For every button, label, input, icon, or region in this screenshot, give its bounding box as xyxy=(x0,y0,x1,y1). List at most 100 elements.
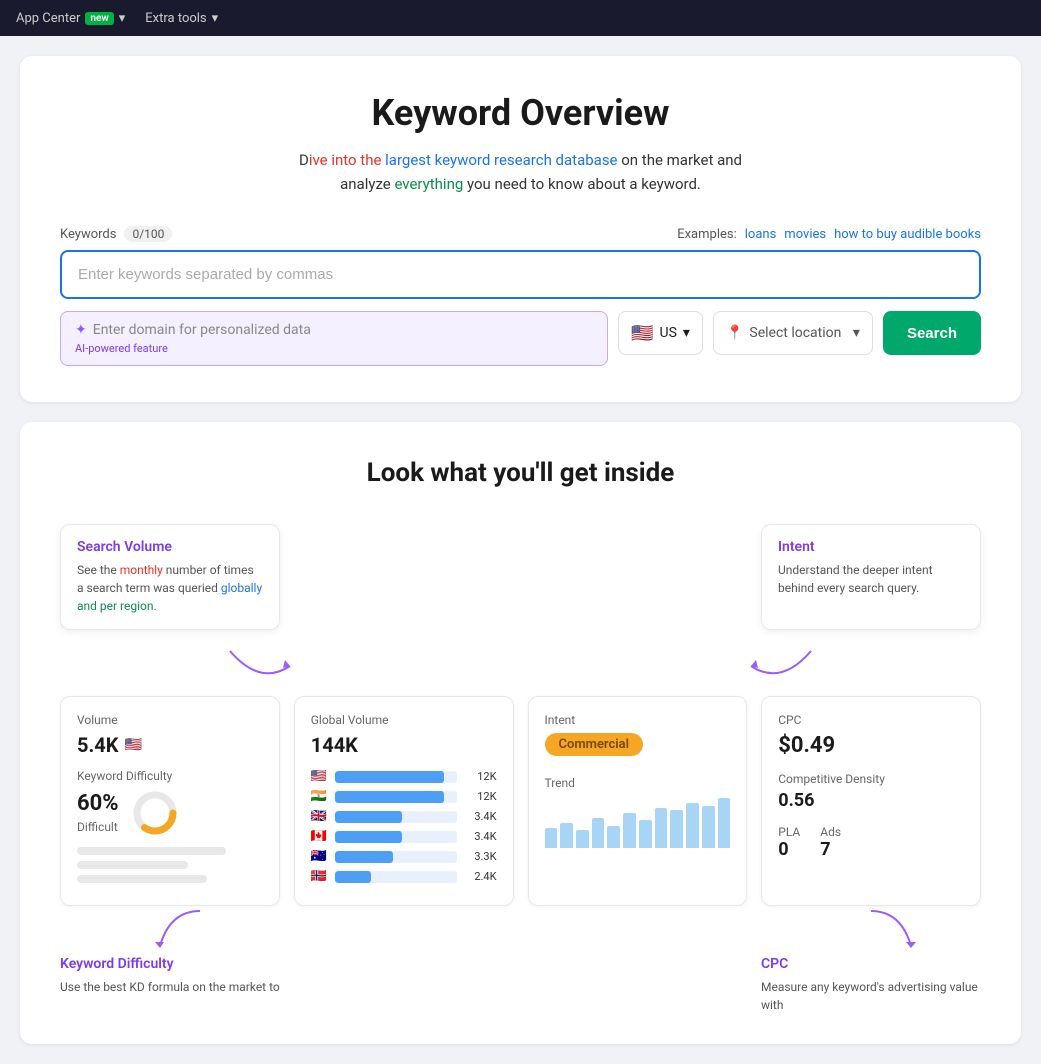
gv-bar-wrap xyxy=(335,771,457,783)
us-flag-icon: 🇺🇸 xyxy=(124,737,141,753)
kd-number: 60% xyxy=(77,791,119,816)
intent-label: Intent xyxy=(545,713,731,727)
search-button[interactable]: Search xyxy=(883,311,981,355)
gv-bar xyxy=(335,811,402,823)
examples-row: Examples: loans movies how to buy audibl… xyxy=(677,227,981,242)
skeleton-bars xyxy=(77,847,263,883)
gv-number: 2.4K xyxy=(463,870,497,883)
preview-card: Look what you'll get inside Search Volum… xyxy=(20,422,1021,1044)
skeleton-bar xyxy=(77,861,188,869)
arrows-decoration xyxy=(60,646,981,686)
intent-desc: Understand the deeper intent behind ever… xyxy=(778,561,964,597)
search-volume-desc: See the monthly number of times a search… xyxy=(77,561,263,615)
app-center-nav[interactable]: App Center new ▾ xyxy=(16,11,125,26)
gv-bar xyxy=(335,851,393,863)
kd-feature: Keyword Difficulty Use the best KD formu… xyxy=(60,956,280,1014)
cpc-feature: CPC Measure any keyword's advertising va… xyxy=(761,956,981,1014)
gv-number: 12K xyxy=(463,790,497,803)
ads-item: Ads 7 xyxy=(820,825,841,860)
new-badge: new xyxy=(85,12,113,25)
gv-bar-wrap xyxy=(335,831,457,843)
intent-badge: Commercial xyxy=(545,733,644,756)
chevron-down-icon: ▾ xyxy=(212,11,219,26)
global-volume-card: Global Volume 144K 🇺🇸 12K 🇮🇳 12K 🇬🇧 3.4K… xyxy=(294,696,514,906)
cpc-card: CPC $0.49 Competitive Density 0.56 PLA 0… xyxy=(761,696,981,906)
location-pin-icon: 📍 xyxy=(726,325,743,341)
location-placeholder: Select location xyxy=(749,325,841,341)
gv-bar xyxy=(335,771,445,783)
intent-title: Intent xyxy=(778,539,964,555)
examples-label: Examples: xyxy=(677,227,737,242)
example-movies[interactable]: movies xyxy=(784,227,826,242)
country-flag-icon: 🇦🇺 xyxy=(311,849,329,864)
hero-card: Keyword Overview Dive into the largest k… xyxy=(20,56,1021,402)
ads-label: Ads xyxy=(820,825,841,839)
country-selector[interactable]: 🇺🇸 US ▾ xyxy=(618,311,703,355)
keywords-input[interactable] xyxy=(60,250,981,299)
gv-number: 3.4K xyxy=(463,830,497,843)
keywords-label-row: Keywords 0/100 Examples: loans movies ho… xyxy=(60,226,981,242)
gv-number: 3.3K xyxy=(463,850,497,863)
domain-input-wrap[interactable]: ✦ Enter domain for personalized data AI-… xyxy=(60,311,608,366)
extra-tools-nav[interactable]: Extra tools ▾ xyxy=(145,11,218,26)
chevron-down-icon: ▾ xyxy=(853,325,860,341)
kd-donut-chart xyxy=(131,789,179,837)
cpc-feature-desc: Measure any keyword's advertising value … xyxy=(761,978,981,1014)
example-loans[interactable]: loans xyxy=(745,227,777,242)
country-flag-icon: 🇨🇦 xyxy=(311,829,329,844)
chevron-down-icon: ▾ xyxy=(683,325,690,341)
country-flag-icon: 🇬🇧 xyxy=(311,809,329,824)
global-vol-rows: 🇺🇸 12K 🇮🇳 12K 🇬🇧 3.4K 🇨🇦 3.4K 🇦 xyxy=(311,769,497,884)
keywords-counter: 0/100 xyxy=(124,226,172,242)
global-vol-value: 144K xyxy=(311,733,497,757)
trend-bar xyxy=(623,813,636,848)
gv-bar-wrap xyxy=(335,871,457,883)
gv-bar-wrap xyxy=(335,851,457,863)
trend-bar xyxy=(592,818,605,848)
pla-value: 0 xyxy=(778,839,800,860)
volume-label: Volume xyxy=(77,713,263,727)
trend-bar xyxy=(576,830,589,848)
kd-tag: Difficult xyxy=(77,820,118,834)
kd-section: Keyword Difficulty 60% Difficult xyxy=(77,769,263,837)
example-audible[interactable]: how to buy audible books xyxy=(834,227,981,242)
intent-card: Intent Commercial Trend xyxy=(528,696,748,906)
global-vol-label: Global Volume xyxy=(311,713,497,727)
trend-bar xyxy=(702,806,715,848)
gv-number: 3.4K xyxy=(463,810,497,823)
global-vol-row: 🇳🇴 2.4K xyxy=(311,869,497,884)
gv-bar xyxy=(335,831,402,843)
sparkle-icon: ✦ xyxy=(75,322,87,338)
ai-powered-label: AI-powered feature xyxy=(75,342,593,355)
global-vol-row: 🇬🇧 3.4K xyxy=(311,809,497,824)
trend-bar xyxy=(545,828,558,848)
trend-bar xyxy=(670,810,683,848)
pla-ads-row: PLA 0 Ads 7 xyxy=(778,825,964,860)
country-flag-icon: 🇮🇳 xyxy=(311,789,329,804)
pla-item: PLA 0 xyxy=(778,825,800,860)
app-center-label: App Center xyxy=(16,11,80,26)
cpc-label: CPC xyxy=(778,713,964,727)
keywords-label: Keywords xyxy=(60,227,116,242)
intent-tooltip: Intent Understand the deeper intent behi… xyxy=(761,524,981,630)
gv-bar xyxy=(335,791,445,803)
trend-bar xyxy=(639,820,652,848)
right-arrow xyxy=(741,646,821,690)
skeleton-bar xyxy=(77,875,207,883)
domain-placeholder: Enter domain for personalized data xyxy=(93,322,311,338)
global-vol-row: 🇮🇳 12K xyxy=(311,789,497,804)
search-volume-title: Search Volume xyxy=(77,539,263,555)
pla-label: PLA xyxy=(778,825,800,839)
gv-bar-wrap xyxy=(335,811,457,823)
cd-label: Competitive Density xyxy=(778,772,964,786)
kd-label: Keyword Difficulty xyxy=(77,769,263,783)
global-vol-row: 🇺🇸 12K xyxy=(311,769,497,784)
left-arrow xyxy=(220,646,300,690)
trend-bar xyxy=(655,808,668,848)
volume-card: Volume 5.4K 🇺🇸 Keyword Difficulty 60% Di… xyxy=(60,696,280,906)
gv-number: 12K xyxy=(463,770,497,783)
location-selector[interactable]: 📍 Select location ▾ xyxy=(713,311,873,355)
search-volume-tooltip: Search Volume See the monthly number of … xyxy=(60,524,280,630)
global-vol-row: 🇨🇦 3.4K xyxy=(311,829,497,844)
country-flag-icon: 🇳🇴 xyxy=(311,869,329,884)
